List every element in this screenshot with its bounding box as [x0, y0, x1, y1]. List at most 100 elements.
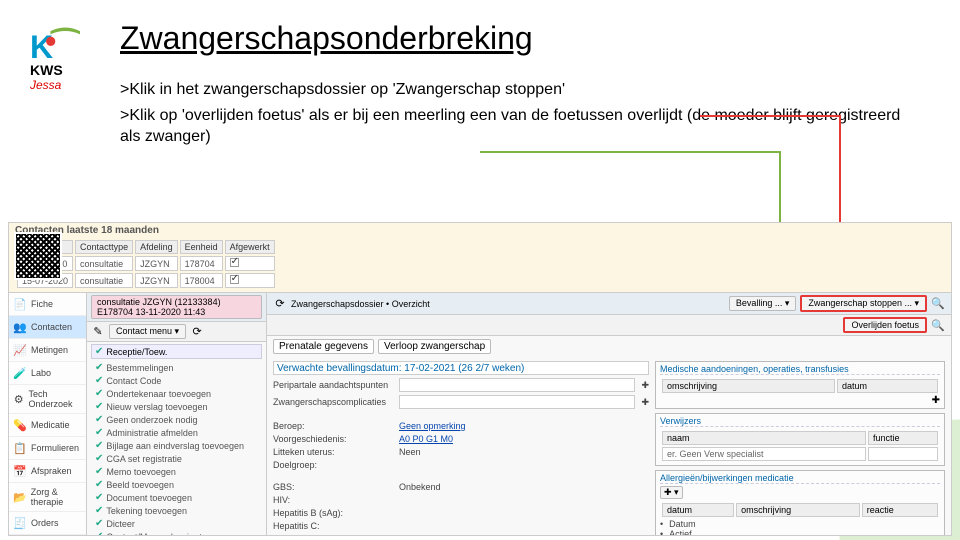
tree-header[interactable]: ✔Receptie/Toew.: [91, 344, 262, 359]
calendar-icon: 📅: [13, 464, 27, 478]
tree-item[interactable]: ✔Contact/Merge dossier toevoegen: [95, 530, 262, 535]
sidebar-item-labo[interactable]: 🧪Labo: [9, 362, 86, 385]
col-afgewerkt[interactable]: Afgewerkt: [225, 240, 275, 254]
refresh-icon[interactable]: ⟳: [190, 325, 204, 339]
allerg-row[interactable]: Datum: [669, 519, 696, 529]
cell: [225, 273, 275, 288]
cell: JZGYN: [135, 256, 178, 271]
cell: consultatie: [75, 256, 133, 271]
tree-item[interactable]: ✔Geen onderzoek nodig: [95, 413, 262, 426]
sidebar-item-formulieren[interactable]: 📋Formulieren: [9, 437, 86, 460]
col[interactable]: reactie: [862, 503, 938, 517]
sidebar-item-fiche[interactable]: 📄Fiche: [9, 293, 86, 316]
label-complicaties: Zwangerschapscomplicaties: [273, 397, 393, 407]
label-doelgroep: Doelgroep:: [273, 460, 393, 470]
col[interactable]: datum: [662, 503, 734, 517]
tree-item[interactable]: ✔Document toevoegen: [95, 491, 262, 504]
cell: 178704: [180, 256, 223, 271]
add-icon[interactable]: ✚: [641, 397, 649, 408]
tree-item[interactable]: ✔Dicteer: [95, 517, 262, 530]
bevalling-button[interactable]: Bevalling ... ▾: [729, 296, 797, 311]
check-icon: ✔: [95, 440, 103, 451]
tree-item[interactable]: ✔Bestemmelingen: [95, 361, 262, 374]
sidebar: 📄Fiche 👥Contacten 📈Metingen 🧪Labo ⚙Tech …: [9, 293, 87, 535]
sidebar-item-label: Fiche: [31, 299, 53, 309]
allerg-row[interactable]: Actief: [669, 529, 692, 535]
panel-title: Verwijzers: [660, 416, 940, 427]
add-icon[interactable]: ✚: [641, 380, 649, 391]
tree-item[interactable]: ✔Bijlage aan eindverslag toevoegen: [95, 439, 262, 452]
tree-item[interactable]: ✔Nieuw verslag toevoegen: [95, 400, 262, 413]
tree-item[interactable]: ✔Ondertekenaar toevoegen: [95, 387, 262, 400]
tree-item[interactable]: ✔CGA set registratie: [95, 452, 262, 465]
qr-code: [14, 232, 62, 280]
check-icon: ✔: [95, 492, 103, 503]
input-complicaties[interactable]: [399, 395, 635, 409]
tree-item[interactable]: ✔Administratie afmelden: [95, 426, 262, 439]
cell: [225, 256, 275, 271]
tab-verloop[interactable]: Verloop zwangerschap: [378, 339, 491, 354]
sidebar-item-medicatie[interactable]: 💊 Medicatie: [9, 414, 86, 437]
allerg-add[interactable]: ✚ ▾: [660, 486, 683, 499]
tree-item[interactable]: ✔Beeld toevoegen: [95, 478, 262, 491]
col-datum[interactable]: datum: [837, 379, 938, 393]
tree-item[interactable]: ✔Memo toevoegen: [95, 465, 262, 478]
contact-menu-button[interactable]: Contact menu ▾: [109, 324, 186, 339]
sidebar-item-zorg[interactable]: 📂Zorg & therapie: [9, 483, 86, 512]
edit-icon[interactable]: ✎: [91, 325, 105, 339]
col-functie[interactable]: functie: [868, 431, 938, 445]
label-litteken: Litteken uterus:: [273, 447, 393, 457]
col-omschrijving[interactable]: omschrijving: [662, 379, 835, 393]
label-hepc: Hepatitis C:: [273, 521, 393, 531]
sidebar-item-label: Tech Onderzoek: [28, 389, 82, 409]
slide-bullets: >Klik in het zwangerschapsdossier op 'Zw…: [0, 79, 960, 148]
check-icon: ✔: [95, 388, 103, 399]
label-peripartale: Peripartale aandachtspunten: [273, 380, 393, 390]
contact-tab[interactable]: consultatie JZGYN (12133384) E178704 13-…: [91, 295, 262, 319]
sidebar-item-label: Formulieren: [31, 443, 79, 453]
tree-header-label: Receptie/Toew.: [106, 347, 167, 357]
sidebar-item-afspraken[interactable]: 📅Afspraken: [9, 460, 86, 483]
checkbox-icon: [230, 275, 239, 284]
overlijden-foetus-button[interactable]: Overlijden foetus: [843, 317, 927, 333]
refresh-icon[interactable]: ⟳: [273, 297, 287, 311]
check-icon: ✔: [95, 346, 103, 357]
search-icon[interactable]: 🔍: [931, 318, 945, 332]
input-peripartale[interactable]: [399, 378, 635, 392]
logo-block: K•⁀ KWS Jessa: [30, 28, 100, 92]
check-icon: ✔: [95, 375, 103, 386]
sidebar-item-label: Orders: [31, 518, 59, 528]
checkbox-icon: [230, 258, 239, 267]
sidebar-item-contacten[interactable]: 👥Contacten: [9, 316, 86, 339]
val-voorg[interactable]: A0 P0 G1 M0: [399, 434, 453, 444]
logo-jessa-text: Jessa: [30, 78, 100, 92]
col-contacttype[interactable]: Contacttype: [75, 240, 133, 254]
col[interactable]: omschrijving: [736, 503, 860, 517]
val-beroep[interactable]: Geen opmerking: [399, 421, 466, 431]
col-afdeling[interactable]: Afdeling: [135, 240, 178, 254]
label-hiv: HIV:: [273, 495, 393, 505]
col-eenheid[interactable]: Eenheid: [180, 240, 223, 254]
verwachte-datum[interactable]: Verwachte bevallingsdatum: 17-02-2021 (2…: [273, 361, 649, 375]
dossier-column: ⟳ Zwangerschapsdossier • Overzicht Beval…: [267, 293, 951, 535]
check-icon: ✔: [95, 479, 103, 490]
tree-item[interactable]: ✔Tekening toevoegen: [95, 504, 262, 517]
sidebar-item-label: Medicatie: [31, 420, 70, 430]
zwangerschap-stoppen-button[interactable]: Zwangerschap stoppen ... ▾: [800, 295, 927, 312]
add-icon[interactable]: ✚: [932, 395, 940, 406]
search-icon[interactable]: 🔍: [931, 297, 945, 311]
label-gbs: GBS:: [273, 482, 393, 492]
sidebar-item-tech[interactable]: ⚙Tech Onderzoek: [9, 385, 86, 414]
tree-item[interactable]: ✔Contact Code: [95, 374, 262, 387]
tab-prenatale[interactable]: Prenatale gegevens: [273, 339, 374, 354]
label-voorg: Voorgeschiedenis:: [273, 434, 393, 444]
panel-title: Medische aandoeningen, operaties, transf…: [660, 364, 940, 375]
contact-column: consultatie JZGYN (12133384) E178704 13-…: [87, 293, 267, 535]
sidebar-item-metingen[interactable]: 📈Metingen: [9, 339, 86, 362]
pill-icon: 💊: [13, 418, 27, 432]
table-row[interactable]: er. Geen Verw specialist: [662, 447, 938, 461]
bullet-2: >Klik op 'overlijden foetus' als er bij …: [120, 105, 920, 148]
col-naam[interactable]: naam: [662, 431, 866, 445]
sidebar-item-orders[interactable]: 🧾Orders: [9, 512, 86, 535]
check-icon: ✔: [95, 505, 103, 516]
